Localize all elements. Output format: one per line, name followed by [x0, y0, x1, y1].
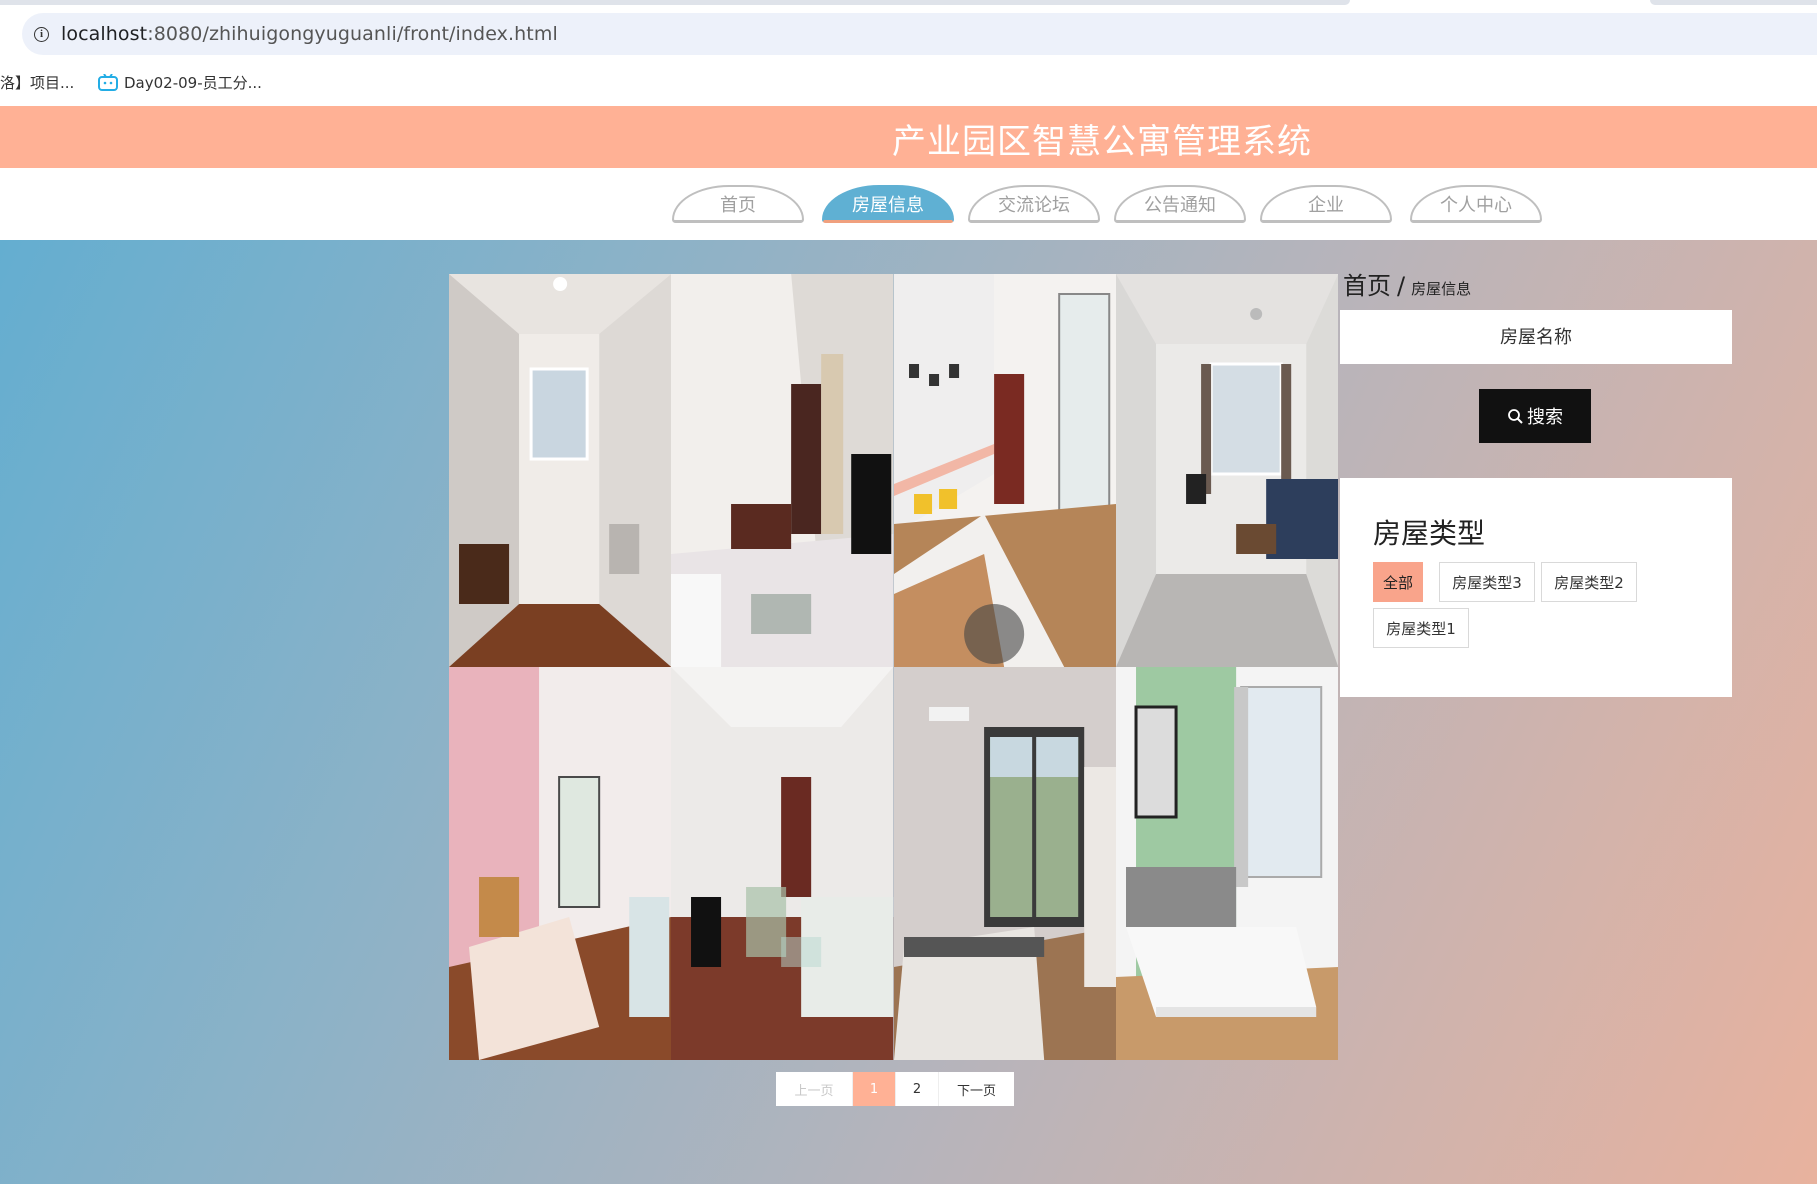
- bookmark-label: 洛】项目...: [0, 74, 75, 92]
- house-photo: [1115, 667, 1338, 1060]
- site-title: 产业园区智慧公寓管理系统: [892, 122, 1312, 162]
- house-card[interactable]: [671, 274, 894, 667]
- house-type-chip[interactable]: 房屋类型1: [1373, 608, 1469, 648]
- prev-page-button[interactable]: 上一页: [776, 1072, 853, 1106]
- page-number-current[interactable]: 1: [853, 1072, 896, 1106]
- house-card[interactable]: [671, 667, 894, 1060]
- breadcrumb-separator: /: [1397, 272, 1406, 300]
- url-path: :8080/zhihuigongyuguanli/front/index.htm…: [147, 23, 558, 45]
- house-photo: [449, 667, 672, 1060]
- bookmark-label: Day02-09-员工分...: [124, 74, 262, 92]
- browser-toolbar: i localhost:8080/zhihuigongyuguanli/fron…: [0, 0, 1817, 60]
- house-type-chip[interactable]: 房屋类型3: [1439, 562, 1535, 602]
- info-icon[interactable]: i: [34, 26, 49, 42]
- url-text[interactable]: localhost:8080/zhihuigongyuguanli/front/…: [61, 23, 558, 45]
- search-button-label: 搜索: [1527, 407, 1563, 428]
- house-card[interactable]: [1115, 667, 1338, 1060]
- address-bar[interactable]: i localhost:8080/zhihuigongyuguanli/fron…: [22, 13, 1817, 55]
- main-nav: 首页 房屋信息 交流论坛 公告通知 企业 个人中心: [0, 168, 1817, 240]
- house-type-title: 房屋类型: [1373, 517, 1486, 550]
- bookmark-item[interactable]: 洛】项目...: [0, 72, 74, 93]
- main-content: 上一页 1 2 下一页 首页 / 房屋信息 搜索 房屋类型 全部 房屋类型3 房…: [0, 240, 1817, 1184]
- tab-strip: [0, 0, 1350, 5]
- next-page-button[interactable]: 下一页: [939, 1072, 1014, 1106]
- search-icon: [1508, 408, 1523, 424]
- site-header: 产业园区智慧公寓管理系统: [0, 106, 1817, 168]
- house-photo: [449, 274, 672, 667]
- url-host: localhost: [61, 23, 148, 45]
- house-type-chip-all[interactable]: 全部: [1373, 562, 1423, 602]
- breadcrumb-home[interactable]: 首页: [1343, 266, 1391, 301]
- house-photo: [893, 274, 1116, 667]
- house-grid: [449, 274, 1338, 1060]
- house-name-search-input[interactable]: [1340, 310, 1732, 364]
- nav-tab-forum[interactable]: 交流论坛: [968, 185, 1100, 223]
- house-card[interactable]: [449, 274, 672, 667]
- tab-strip-right: [1650, 0, 1817, 5]
- bookmarks-bar: 洛】项目... Day02-09-员工分...: [0, 62, 1817, 104]
- bilibili-icon: [98, 74, 118, 91]
- bookmark-item[interactable]: Day02-09-员工分...: [98, 72, 262, 93]
- house-card[interactable]: [1115, 274, 1338, 667]
- pagination: 上一页 1 2 下一页: [776, 1072, 1014, 1106]
- nav-tab-enterprise[interactable]: 企业: [1260, 185, 1392, 223]
- house-photo: [1115, 274, 1338, 667]
- house-type-panel: 房屋类型 全部 房屋类型3 房屋类型2 房屋类型1: [1340, 478, 1732, 697]
- house-card[interactable]: [449, 667, 672, 1060]
- nav-tab-personal-center[interactable]: 个人中心: [1410, 185, 1542, 223]
- house-type-chip[interactable]: 房屋类型2: [1541, 562, 1637, 602]
- nav-tab-notice[interactable]: 公告通知: [1114, 185, 1246, 223]
- house-photo: [893, 667, 1116, 1060]
- breadcrumb-current: 房屋信息: [1411, 280, 1472, 298]
- breadcrumb: 首页 / 房屋信息: [1343, 266, 1471, 301]
- nav-tab-home[interactable]: 首页: [672, 185, 804, 223]
- house-photo: [671, 274, 894, 667]
- house-card[interactable]: [893, 667, 1116, 1060]
- page-number[interactable]: 2: [896, 1072, 939, 1106]
- nav-tab-house-info[interactable]: 房屋信息: [822, 185, 954, 223]
- house-photo: [671, 667, 894, 1060]
- house-card[interactable]: [893, 274, 1116, 667]
- search-button[interactable]: 搜索: [1479, 389, 1591, 443]
